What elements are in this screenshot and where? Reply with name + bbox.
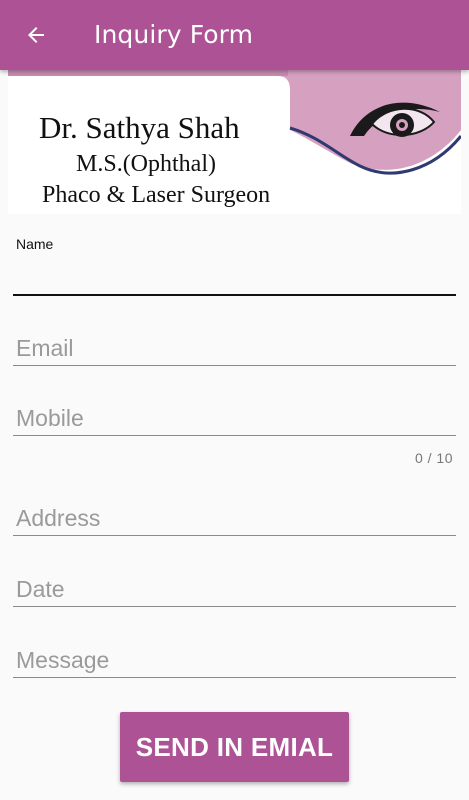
name-underline [13,294,456,296]
name-label: Name [16,236,54,252]
mobile-field [13,390,456,436]
date-field [13,561,456,607]
email-field [13,320,456,366]
email-input[interactable] [16,335,454,362]
date-input[interactable] [16,576,454,603]
mobile-underline [13,435,456,436]
arrow-left-icon [28,27,44,43]
address-input[interactable] [16,505,454,532]
page-title: Inquiry Form [94,20,254,49]
email-underline [13,365,456,366]
back-button[interactable] [16,16,56,54]
message-field [13,632,456,678]
name-field: Name [13,236,456,296]
app-bar: Inquiry Form [0,0,469,70]
doctor-name: Dr. Sathya Shah [39,110,240,145]
address-field [13,490,456,536]
send-email-button[interactable]: SEND IN EMIAL [120,712,349,782]
message-input[interactable] [16,647,454,674]
address-underline [13,535,456,536]
message-underline [13,677,456,678]
doctor-qualification: M.S.(Ophthal) [76,151,216,177]
mobile-input[interactable] [16,405,454,432]
doctor-specialty: Phaco & Laser Surgeon [42,182,271,208]
mobile-char-counter: 0 / 10 [414,450,453,466]
name-input[interactable] [16,265,454,292]
date-underline [13,606,456,607]
